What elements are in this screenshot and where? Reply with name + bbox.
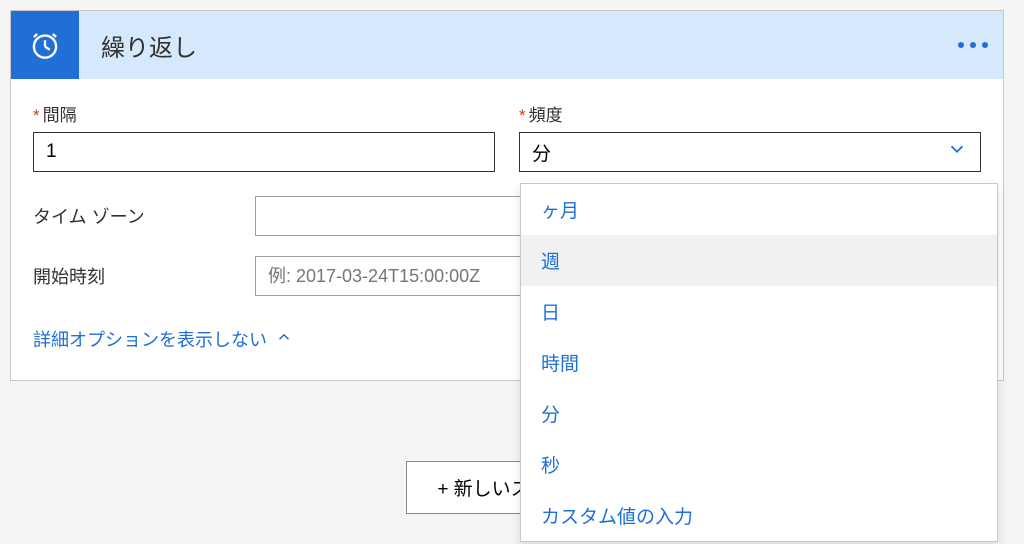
- dropdown-option-day[interactable]: 日: [521, 286, 997, 337]
- chevron-down-icon: [946, 138, 968, 166]
- card-menu-button[interactable]: [943, 11, 1003, 79]
- advanced-toggle-label: 詳細オプションを表示しない: [33, 326, 267, 352]
- dropdown-option-week[interactable]: 週: [521, 235, 997, 286]
- interval-label: *間隔: [33, 101, 495, 126]
- frequency-label: *頻度: [519, 101, 981, 126]
- dropdown-option-hour[interactable]: 時間: [521, 337, 997, 388]
- dropdown-option-second[interactable]: 秒: [521, 439, 997, 490]
- timezone-label: タイム ゾーン: [33, 203, 255, 229]
- starttime-label: 開始時刻: [33, 263, 255, 289]
- dropdown-option-month[interactable]: ヶ月: [521, 184, 997, 235]
- advanced-options-toggle[interactable]: 詳細オプションを表示しない: [33, 326, 293, 352]
- frequency-select[interactable]: 分: [519, 132, 981, 172]
- chevron-up-icon: [275, 328, 293, 351]
- card-header[interactable]: 繰り返し: [11, 11, 1003, 79]
- clock-icon: [11, 11, 79, 79]
- dropdown-option-minute[interactable]: 分: [521, 388, 997, 439]
- frequency-dropdown: ヶ月 週 日 時間 分 秒 カスタム値の入力: [520, 183, 998, 542]
- frequency-value: 分: [532, 139, 551, 166]
- card-title: 繰り返し: [79, 11, 943, 79]
- interval-input[interactable]: [33, 132, 495, 172]
- dropdown-option-custom[interactable]: カスタム値の入力: [521, 490, 997, 541]
